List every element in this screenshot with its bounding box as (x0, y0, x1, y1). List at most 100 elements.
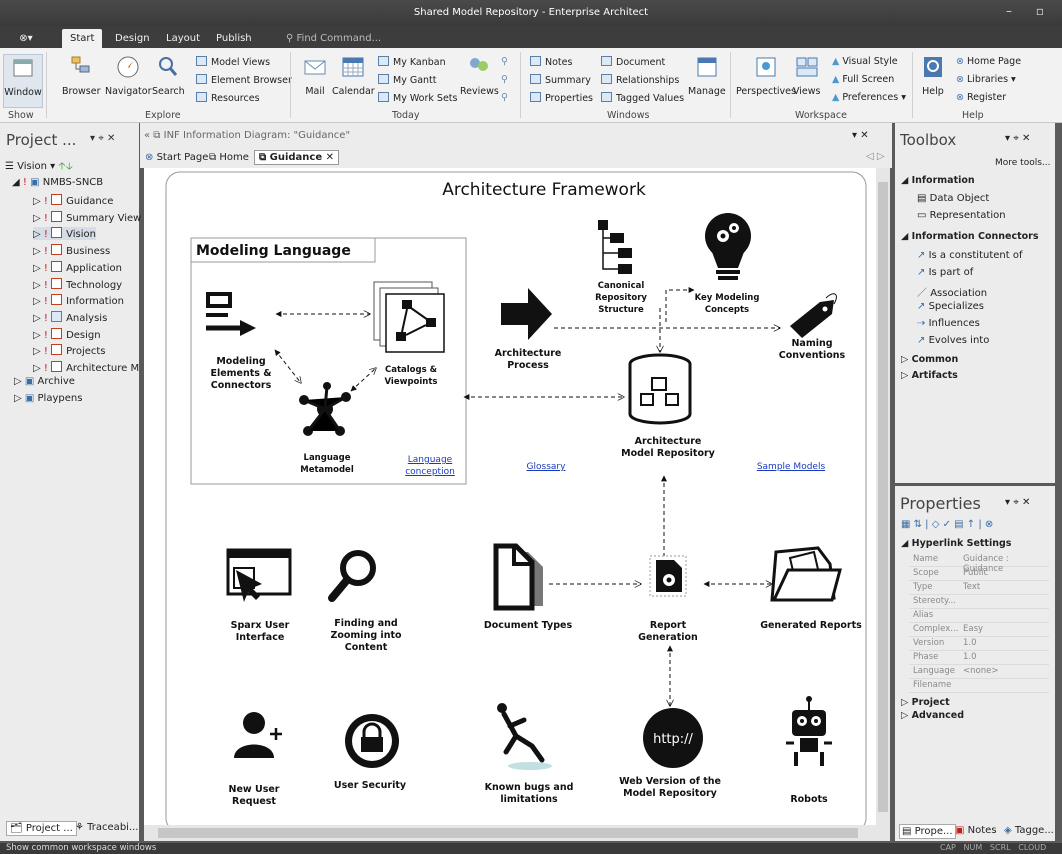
vertical-scrollbar[interactable] (876, 168, 890, 825)
label-robots[interactable]: Robots (764, 794, 854, 806)
label-report-gen[interactable]: Report Generation (620, 620, 716, 644)
link-sample-models[interactable]: Sample Models (746, 462, 836, 472)
tool-data-object[interactable]: ▤ Data Object (917, 193, 989, 204)
libraries-button[interactable]: ⊗ Libraries ▾ (956, 74, 1016, 85)
properties-button[interactable]: Properties (530, 92, 593, 104)
property-row[interactable]: Stereoty... (909, 595, 1049, 609)
property-row[interactable]: Filename (909, 679, 1049, 693)
label-elements[interactable]: Modeling Elements & Connectors (196, 356, 286, 392)
search-icon[interactable]: ⚲ (501, 56, 508, 67)
label-process[interactable]: Architecture Process (480, 348, 576, 372)
tab-home[interactable]: ⧉ Home (206, 151, 252, 164)
visual-style-button[interactable]: ▲ Visual Style (832, 56, 898, 67)
search-icon[interactable]: ⚲ (501, 74, 508, 85)
tab-start-page[interactable]: ⊗ Start Page (142, 151, 211, 164)
tab-layout[interactable]: Layout (158, 29, 208, 48)
view-selector[interactable]: ☰ Vision ▾ 🡡🡣 (5, 159, 73, 176)
element-browser-button[interactable]: Element Browser (196, 74, 292, 86)
label-doc-types[interactable]: Document Types (480, 620, 576, 632)
label-metamodel[interactable]: Language Metamodel (294, 452, 360, 476)
tree-item[interactable]: ▷ ! Analysis (33, 310, 107, 324)
relationships-button[interactable]: Relationships (601, 74, 679, 86)
find-command[interactable]: ⚲ Find Command... (278, 29, 389, 48)
hyperlink-settings-section[interactable]: ◢ Hyperlink Settings (901, 538, 1011, 549)
notes-button[interactable]: Notes (530, 56, 572, 68)
tab-guidance[interactable]: ⧉ Guidance ✕ (254, 150, 339, 165)
link-language-conception[interactable]: Language conception (400, 454, 460, 478)
register-button[interactable]: ⊗ Register (956, 92, 1006, 103)
property-value[interactable]: 1.0 (963, 652, 977, 662)
tree-item[interactable]: ▷ ! Summary View (33, 210, 141, 224)
toolbox-section-connectors[interactable]: ◢ Information Connectors (901, 231, 1038, 242)
tree-item[interactable]: ▷ ! Application (33, 260, 122, 274)
model-views-button[interactable]: Model Views (196, 56, 270, 68)
toolbox-section-artifacts[interactable]: ▷ Artifacts (901, 370, 958, 381)
full-screen-button[interactable]: ▲ Full Screen (832, 74, 894, 85)
properties-section-project[interactable]: ▷ Project (901, 697, 950, 708)
toolbox-controls[interactable]: ▾ ⌖ ✕ (1005, 133, 1030, 144)
tree-item[interactable]: ▷ ! Architecture M (33, 361, 139, 374)
label-user-security[interactable]: User Security (330, 780, 410, 792)
properties-section-advanced[interactable]: ▷ Advanced (901, 710, 964, 721)
manage-button[interactable]: Manage (688, 54, 726, 97)
property-value[interactable]: Public (963, 568, 988, 578)
tool-connector[interactable]: ／ Association (917, 284, 987, 299)
arrow-up-icon[interactable]: 🡡 (58, 161, 65, 172)
property-row[interactable]: Name Guidance : Guidance (909, 553, 1049, 574)
reviews-button[interactable]: Reviews (460, 54, 499, 97)
scrollbar-thumb[interactable] (158, 828, 858, 838)
search-button[interactable]: Search (152, 54, 185, 97)
tool-connector[interactable]: ↗ Evolves into (917, 335, 989, 346)
tree-item-archive[interactable]: ▷ ▣ Archive (14, 376, 75, 387)
property-row[interactable]: Language <none> (909, 665, 1049, 679)
tool-connector[interactable]: ↗ Is a constitutent of (917, 250, 1023, 261)
label-canonical[interactable]: Canonical Repository Structure (576, 280, 666, 316)
label-sparx-ui[interactable]: Sparx User Interface (210, 620, 310, 644)
bottom-tab-project[interactable]: 🗂 Project ... (6, 821, 77, 836)
tree-root[interactable]: ◢ ! ▣ NMBS-SNCB (12, 177, 103, 188)
properties-controls[interactable]: ▾ ⌖ ✕ (1005, 497, 1030, 508)
calendar-button[interactable]: Calendar (332, 54, 375, 97)
window-button[interactable]: Window (3, 54, 43, 108)
label-web-version[interactable]: Web Version of the Model Repository (618, 776, 722, 800)
tagged-values-button[interactable]: Tagged Values (601, 92, 684, 104)
label-finding[interactable]: Finding and Zooming into Content (316, 618, 416, 654)
tree-item[interactable]: ▷ ! Information (33, 294, 124, 307)
navigator-button[interactable]: Navigator (105, 54, 151, 97)
properties-toolbar[interactable]: ▦ ⇅ | ◇ ✓ ▤ ↑ | ⊗ (901, 519, 993, 530)
label-new-user[interactable]: New User Request (214, 784, 294, 808)
tool-representation[interactable]: ▭ Representation (917, 210, 1006, 221)
property-row[interactable]: Version 1.0 (909, 637, 1049, 651)
tree-item[interactable]: ▷ ! Projects (33, 344, 106, 357)
property-value[interactable]: 1.0 (963, 638, 977, 648)
mail-button[interactable]: Mail (302, 54, 328, 97)
my-work-sets-button[interactable]: My Work Sets (378, 92, 457, 104)
toolbox-section-information[interactable]: ◢ Information (901, 175, 975, 186)
tree-item[interactable]: ▷ ! Guidance (33, 194, 113, 207)
perspectives-button[interactable]: Perspectives (736, 54, 796, 97)
bottom-tab-properties[interactable]: ▤ Prope... (899, 824, 956, 839)
label-known-bugs[interactable]: Known bugs and limitations (484, 782, 574, 806)
tab-design[interactable]: Design (107, 29, 158, 48)
tool-connector[interactable]: ↗ Is part of (917, 267, 973, 278)
tree-item[interactable]: ▷ ! Vision (33, 227, 96, 241)
property-value[interactable]: Text (963, 582, 980, 592)
my-gantt-button[interactable]: My Gantt (378, 74, 437, 86)
tab-publish[interactable]: Publish (208, 29, 260, 48)
scrollbar-thumb[interactable] (878, 182, 888, 812)
label-repository[interactable]: Architecture Model Repository (620, 436, 716, 460)
summary-button[interactable]: Summary (530, 74, 591, 86)
arrow-down-icon[interactable]: 🡣 (66, 161, 73, 172)
project-panel-controls[interactable]: ▾ ⌖ ✕ (90, 133, 115, 144)
tab-scroll-arrows[interactable]: ◁ ▷ (866, 151, 885, 162)
property-row[interactable]: Scope Public (909, 567, 1049, 581)
browser-button[interactable]: Browser (62, 54, 101, 97)
label-catalogs[interactable]: Catalogs & Viewpoints (376, 364, 446, 388)
preferences-button[interactable]: ▲ Preferences ▾ (832, 92, 906, 103)
horizontal-scrollbar[interactable] (144, 825, 890, 841)
property-row[interactable]: Type Text (909, 581, 1049, 595)
tree-item[interactable]: ▷ ! Technology (33, 277, 122, 291)
more-tools-link[interactable]: More tools... (995, 158, 1051, 168)
search-icon[interactable]: ⚲ (501, 92, 508, 103)
property-value[interactable]: Easy (963, 624, 983, 634)
